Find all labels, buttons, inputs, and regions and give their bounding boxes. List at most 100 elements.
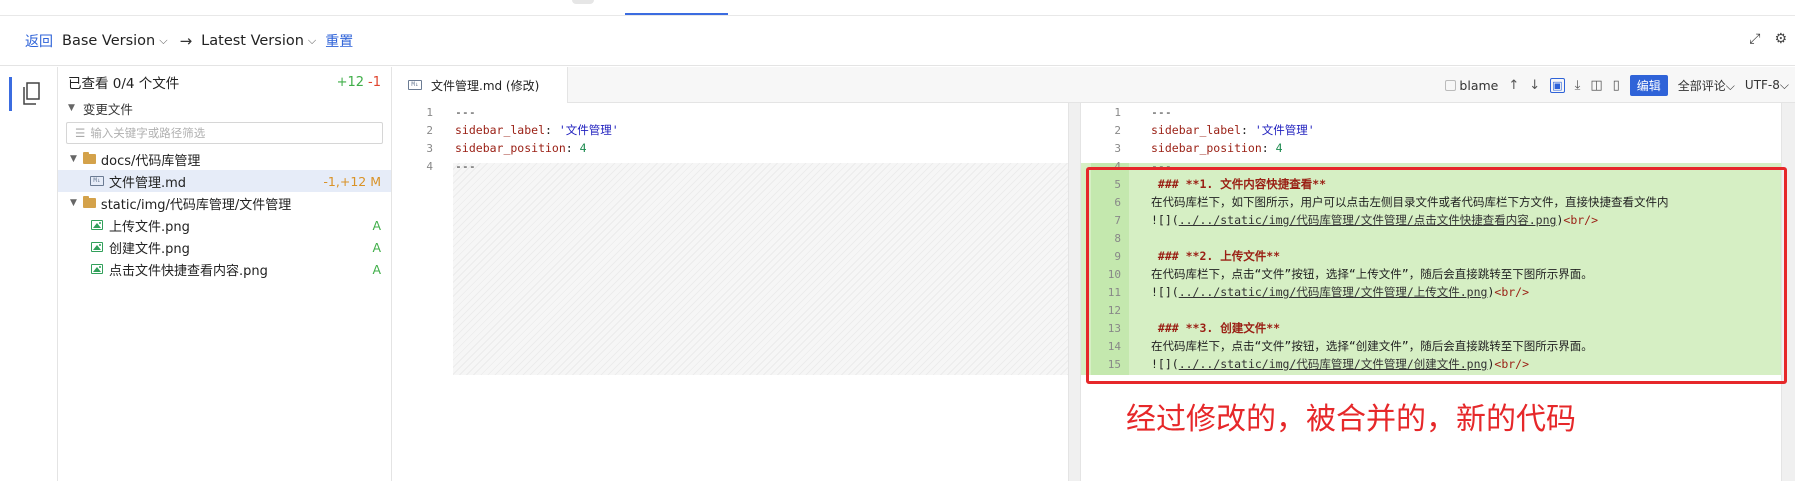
base-version-label: Base Version [62, 33, 156, 49]
yaml-string: '文件管理' [1254, 123, 1315, 137]
comments-label: 全部评论 [1677, 79, 1726, 93]
changed-files-section[interactable]: ▼ 变更文件 [58, 97, 391, 119]
chevron-down-icon: ⌵ [159, 34, 168, 47]
tree-folder-docs[interactable]: ▼ docs/代码库管理 [58, 148, 391, 170]
yaml-key: sidebar_position [1151, 141, 1262, 155]
fullscreen-icon[interactable]: ⤢ [1749, 31, 1760, 47]
base-version-select[interactable]: Base Version ⌵ [62, 33, 168, 49]
modified-badge: -1,+12 M [323, 173, 381, 189]
blame-toggle[interactable]: blame [1445, 78, 1498, 93]
arrow-down-icon[interactable]: ↓ [1529, 78, 1540, 93]
edit-button[interactable]: 编辑 [1629, 75, 1668, 96]
editor-tab[interactable]: M↓ 文件管理.md (修改) [393, 67, 568, 103]
tree-file-png[interactable]: 点击文件快捷查看内容.png A [58, 258, 391, 280]
split-view-icon[interactable]: ◫ [1590, 78, 1602, 93]
added-badge: A [372, 239, 381, 255]
caret-down-icon: ▼ [70, 198, 77, 208]
tree-label: 创建文件.png [109, 241, 190, 257]
code-text: --- [455, 159, 476, 173]
markdown-file-icon: M↓ [408, 80, 422, 90]
tab-title: 文件管理.md (修改) [431, 78, 540, 93]
filter-box: ☰ [66, 122, 383, 144]
back-link[interactable]: 返回 [25, 31, 53, 51]
tree-label: docs/代码库管理 [100, 153, 201, 169]
comments-dropdown[interactable]: 全部评论⌵ [1678, 77, 1735, 94]
yaml-key: sidebar_position [455, 141, 566, 155]
added-badge: A [372, 261, 381, 277]
explorer-header: 已查看 0/4 个文件 +12 -1 [58, 67, 391, 97]
line-number: 2 [1114, 123, 1121, 137]
blame-label: blame [1459, 78, 1499, 93]
image-file-icon [91, 220, 103, 230]
target-version-select[interactable]: Latest Version ⌵ [201, 33, 316, 49]
file-icon[interactable]: ▯ [1613, 78, 1620, 93]
code-text: sidebar_position: 4 [455, 141, 587, 155]
viewed-count: 已查看 0/4 个文件 [68, 76, 180, 92]
toolbar-right-icons: ⤢ ⚙ [1749, 31, 1787, 47]
yaml-string: '文件管理' [558, 123, 619, 137]
line-number: 1 [1114, 105, 1121, 119]
tree-label: static/img/代码库管理/文件管理 [100, 197, 292, 213]
added-badge: A [372, 217, 381, 233]
chevron-down-icon: ⌵ [307, 34, 317, 47]
arrow-right-icon: → [179, 32, 193, 50]
inline-view-icon[interactable]: ▣ [1550, 78, 1565, 93]
removed-count: -1 [368, 74, 381, 90]
tree-file-md[interactable]: M↓ 文件管理.md -1,+12 M [58, 170, 391, 192]
folder-icon [82, 152, 96, 164]
tree-label: 上传文件.png [109, 219, 190, 235]
code-text: sidebar_position: 4 [1151, 141, 1283, 155]
filter-icon: ☰ [75, 126, 86, 140]
yaml-number: 4 [1275, 141, 1283, 155]
code-text: sidebar_label: '文件管理' [455, 123, 619, 137]
checkbox[interactable] [1445, 80, 1457, 91]
activity-bar [0, 67, 58, 481]
encoding-dropdown[interactable]: UTF-8⌵ [1745, 78, 1789, 93]
folder-icon [82, 196, 96, 208]
files-icon[interactable] [22, 82, 42, 106]
tree-folder-static[interactable]: ▼ static/img/代码库管理/文件管理 [58, 192, 391, 214]
code-line: 4 --- [393, 157, 1080, 175]
diff-pane-base: 1 --- 2 sidebar_label: '文件管理' 3 sidebar_… [393, 103, 1080, 481]
tree-label: 点击文件快捷查看内容.png [109, 263, 268, 279]
code-text: --- [1151, 105, 1172, 119]
line-number: 3 [426, 141, 433, 155]
image-file-icon [91, 264, 103, 274]
section-title: 变更文件 [82, 101, 133, 117]
change-stats: +12 -1 [337, 75, 381, 90]
code-line: 2 sidebar_label: '文件管理' [393, 121, 1080, 139]
reset-link[interactable]: 重置 [325, 31, 353, 51]
filter-input[interactable] [90, 126, 351, 140]
tree-file-png[interactable]: 创建文件.png A [58, 236, 391, 258]
active-tab-indicator [625, 13, 728, 15]
code-text: sidebar_label: '文件管理' [1151, 123, 1315, 137]
caret-down-icon: ▼ [68, 103, 75, 113]
annotation-text: 经过修改的，被合并的，新的代码 [1126, 402, 1576, 437]
yaml-number: 4 [579, 141, 587, 155]
yaml-key: sidebar_label [455, 123, 546, 137]
code-line: 1 --- [1081, 103, 1795, 121]
tree-file-png[interactable]: 上传文件.png A [58, 214, 391, 236]
image-file-icon [91, 242, 103, 252]
scroll-dot [572, 0, 594, 4]
download-icon[interactable]: ⤓ [1575, 78, 1581, 93]
editor-tools: blame ↑ ↓ ▣ ⤓ ◫ ▯ 编辑 全部评论⌵ UTF-8⌵ [1445, 75, 1789, 96]
arrow-up-icon[interactable]: ↑ [1508, 78, 1519, 93]
line-number: 2 [426, 123, 433, 137]
code-line: 3 sidebar_position: 4 [393, 139, 1080, 157]
code-line: 3 sidebar_position: 4 [1081, 139, 1795, 157]
gear-icon[interactable]: ⚙ [1774, 31, 1787, 47]
line-number: 3 [1114, 141, 1121, 155]
scrollbar[interactable] [1068, 103, 1080, 481]
tree-label: 文件管理.md [109, 175, 187, 191]
top-strip [0, 0, 1795, 16]
code-text: --- [455, 105, 476, 119]
file-explorer: 已查看 0/4 个文件 +12-1 ▼ 变更文件 ☰ ▼ docs/代码库管理 … [58, 67, 392, 481]
added-count: +12 [336, 74, 365, 90]
markdown-file-icon: M↓ [90, 176, 104, 186]
target-version-label: Latest Version [201, 33, 304, 49]
caret-down-icon: ▼ [70, 154, 77, 164]
code-line: 1 --- [393, 103, 1080, 121]
diff-toolbar: 返回 Base Version ⌵ → Latest Version ⌵ 重置 … [0, 17, 1795, 66]
line-number: 1 [426, 105, 433, 119]
